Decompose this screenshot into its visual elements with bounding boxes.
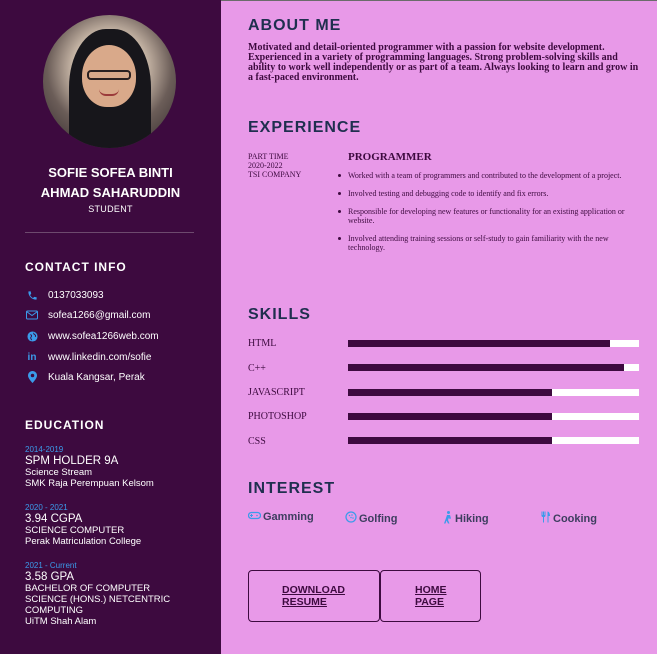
interest-hiking: Hiking (443, 511, 489, 527)
education-line: SCIENCE (HONS.) NETCENTRIC (25, 594, 171, 605)
skill-bar (348, 389, 639, 396)
experience-type: PART TIME (248, 152, 289, 161)
skill-label: PHOTOSHOP (248, 411, 307, 422)
skill-bar (348, 437, 639, 444)
experience-duties: Worked with a team of programmers and co… (338, 171, 640, 261)
list-item: Involved attending training sessions or … (338, 234, 640, 252)
skill-label: JAVASCRIPT (248, 387, 305, 398)
sidebar: SOFIE SOFEA BINTI AHMAD SAHARUDDIN STUDE… (0, 0, 221, 654)
experience-title: PROGRAMMER (348, 151, 432, 163)
interest-gaming: Gamming (247, 511, 314, 523)
education-line: UiTM Shah Alam (25, 616, 97, 627)
interest-heading: INTEREST (248, 480, 336, 497)
contact-email[interactable]: sofea1266@gmail.com (25, 308, 150, 322)
education-line: SMK Raja Perempuan Kelsom (25, 478, 154, 489)
utensils-icon (540, 511, 551, 526)
linkedin-icon: in (27, 351, 37, 363)
phone-icon (25, 288, 39, 302)
contact-website-text[interactable]: www.sofea1266web.com (48, 331, 159, 342)
contact-location-text: Kuala Kangsar, Perak (48, 371, 145, 383)
education-years: 2014-2019 (25, 445, 64, 454)
education-years: 2020 - 2021 (25, 503, 68, 512)
contact-location: Kuala Kangsar, Perak (25, 370, 145, 384)
contact-phone-text: 0137033093 (48, 289, 104, 301)
interest-label: Golfing (359, 512, 398, 525)
contact-website[interactable]: www.sofea1266web.com (25, 329, 159, 343)
education-line: SCIENCE COMPUTER (25, 525, 125, 536)
experience-heading: EXPERIENCE (248, 119, 362, 136)
experience-company: TSI COMPANY (248, 170, 302, 179)
mail-icon (25, 308, 39, 322)
education-heading: EDUCATION (25, 418, 105, 432)
skill-bar-fill (348, 364, 625, 371)
education-years: 2021 - Current (25, 561, 77, 570)
contact-email-text[interactable]: sofea1266@gmail.com (48, 310, 150, 321)
education-item: 2021 - Current 3.58 GPA BACHELOR OF COMP… (25, 561, 215, 627)
education-item: 2014-2019 SPM HOLDER 9A Science Stream S… (25, 445, 215, 489)
profile-role: STUDENT (88, 204, 133, 214)
about-text: Motivated and detail-oriented programmer… (248, 42, 639, 83)
skill-bar-fill (348, 340, 610, 347)
gamepad-icon (247, 511, 262, 523)
skill-bar-fill (348, 437, 552, 444)
top-border (221, 0, 657, 1)
contact-heading: CONTACT INFO (25, 260, 127, 274)
interest-cooking: Cooking (540, 511, 597, 526)
skill-bar-fill (348, 413, 552, 420)
list-item: Involved testing and debugging code to i… (338, 189, 640, 198)
skill-bar (348, 364, 639, 371)
skill-bar (348, 340, 639, 347)
skill-label: HTML (248, 338, 277, 349)
contact-linkedin-text[interactable]: www.linkedin.com/sofie (48, 352, 151, 363)
interest-golfing: Golfing (345, 511, 398, 526)
education-degree: 3.58 GPA (25, 571, 75, 583)
location-pin-icon (25, 370, 39, 384)
contact-phone: 0137033093 (25, 288, 104, 302)
download-resume-line1: DOWNLOAD (282, 584, 345, 596)
experience-meta: PART TIME 2020-2022 TSI COMPANY (248, 152, 301, 179)
about-heading: ABOUT ME (248, 17, 342, 34)
home-page-line1: HOME (415, 584, 447, 596)
education-item: 2020 - 2021 3.94 CGPA SCIENCE COMPUTER P… (25, 503, 215, 547)
skill-bar-fill (348, 389, 552, 396)
hiking-icon (443, 511, 453, 527)
skill-bar (348, 413, 639, 420)
home-page-line2: PAGE (415, 596, 444, 608)
education-line: COMPUTING (25, 605, 84, 616)
contact-linkedin[interactable]: in www.linkedin.com/sofie (25, 350, 152, 364)
list-item: Worked with a team of programmers and co… (338, 171, 640, 180)
education-line: BACHELOR OF COMPUTER (25, 583, 151, 594)
interest-label: Cooking (553, 512, 597, 525)
education-line: Science Stream (25, 467, 93, 478)
interest-label: Hiking (455, 513, 489, 525)
divider (25, 232, 194, 233)
profile-name-line1: SOFIE SOFEA BINTI (48, 165, 173, 180)
education-degree: 3.94 CGPA (25, 513, 83, 525)
main-content (221, 0, 657, 654)
education-line: Perak Matriculation College (25, 536, 142, 547)
globe-icon (25, 329, 39, 343)
profile-photo (43, 15, 176, 148)
home-page-button[interactable]: HOME PAGE (380, 570, 481, 622)
list-item: Responsible for developing new features … (338, 207, 640, 225)
skill-label: CSS (248, 436, 266, 447)
interest-label: Gamming (263, 511, 314, 523)
download-resume-line2: RESUME (282, 596, 327, 608)
skill-label: C++ (248, 363, 266, 374)
skills-heading: SKILLS (248, 306, 311, 323)
profile-name-line2: AHMAD SAHARUDDIN (40, 185, 181, 200)
experience-period: 2020-2022 (248, 161, 283, 170)
golf-ball-icon (345, 511, 357, 526)
download-resume-button[interactable]: DOWNLOAD RESUME (248, 570, 380, 622)
profile-name: SOFIE SOFEA BINTI AHMAD SAHARUDDIN (0, 163, 221, 203)
education-degree: SPM HOLDER 9A (25, 455, 119, 467)
